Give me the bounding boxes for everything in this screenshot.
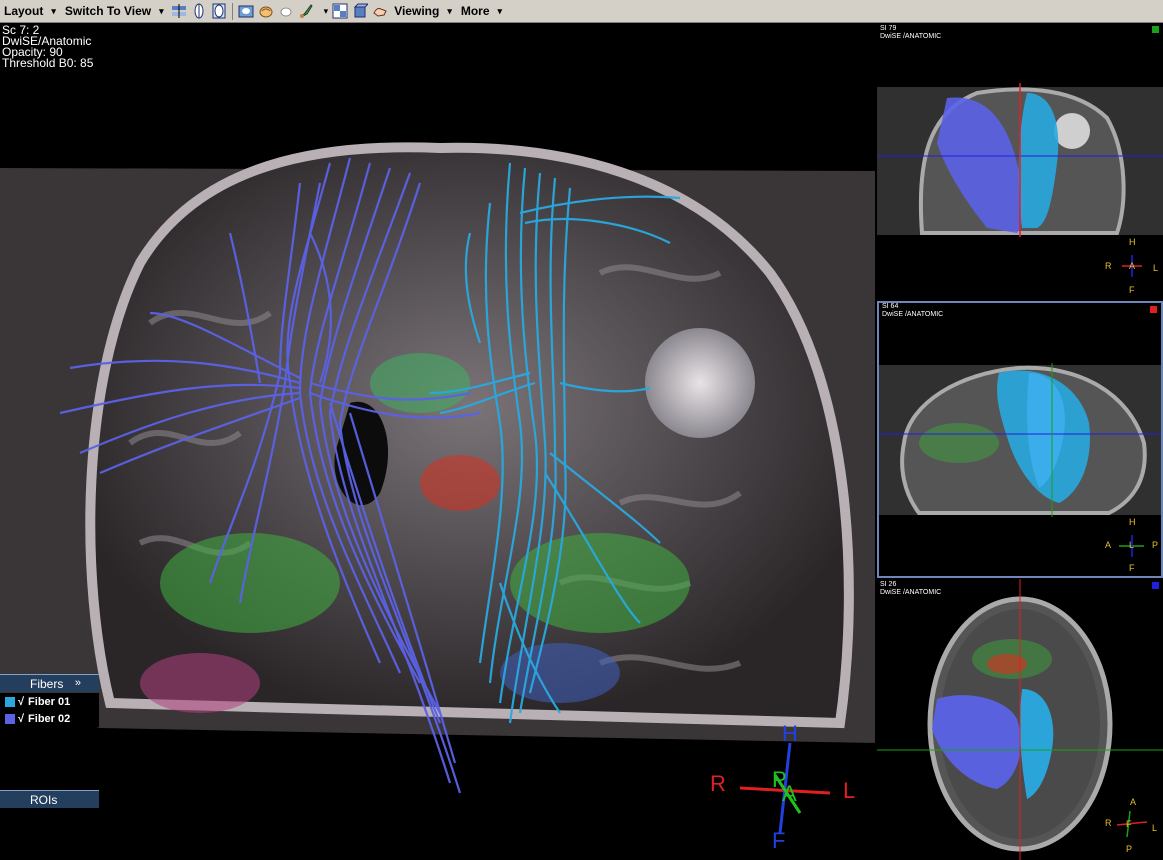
slice-number: SI 64 — [882, 303, 899, 310]
sagittal-view-icon[interactable] — [190, 2, 208, 20]
orient-bottom: F — [1129, 563, 1135, 573]
orient-top: A — [1130, 797, 1137, 807]
brush-icon[interactable] — [297, 2, 315, 20]
fiber-list-item[interactable]: √ Fiber 02 — [0, 710, 99, 727]
volume-icon[interactable] — [351, 2, 369, 20]
rois-panel-title: ROIs — [30, 793, 58, 807]
fibers-panel-header[interactable]: Fibers » — [0, 674, 99, 692]
rois-panel-header[interactable]: ROIs — [0, 790, 99, 808]
toolbar: Layout ▾ Switch To View ▾ ▾ Viewing ▾ More ▾ — [0, 0, 1163, 23]
orient-left: R — [1105, 261, 1112, 271]
views-icon[interactable] — [170, 2, 188, 20]
view-info-overlay: Sc 7: 2 DwiSE/Anatomic Opacity: 90 Thres… — [2, 24, 94, 70]
axial-side-view[interactable]: SI 26 DwiSE /ANATOMIC A P R L F — [877, 579, 1163, 860]
chevron-down-icon: ▾ — [497, 5, 503, 16]
fiber-02-label: Fiber 02 — [28, 712, 71, 725]
3d-view-icon[interactable] — [237, 2, 255, 20]
orient-center: L — [1129, 540, 1135, 550]
fibers-panel-title: Fibers — [30, 677, 64, 691]
axis-label-anterior: A — [782, 781, 797, 806]
axis-label-bottom: F — [772, 828, 786, 853]
hand-icon[interactable] — [277, 2, 295, 20]
layout-menu[interactable]: Layout ▾ — [4, 4, 58, 18]
series-label: DwiSE /ANATOMIC — [882, 311, 944, 318]
chevron-down-icon[interactable]: ▾ — [324, 6, 329, 17]
grid-layout-icon[interactable] — [331, 2, 349, 20]
threshold-readout: Threshold B0: 85 — [2, 56, 94, 70]
series-label: DwiSE /ANATOMIC — [880, 589, 942, 596]
orient-top: H — [1129, 517, 1136, 527]
orient-bottom: F — [1129, 285, 1135, 295]
coronal-side-view[interactable]: SI 79 DwiSE /ANATOMIC H F R L A — [877, 23, 1163, 300]
series-label: DwiSE /ANATOMIC — [880, 33, 942, 40]
fiber-list-item[interactable]: √ Fiber 01 — [0, 693, 99, 710]
axis-label-top: H — [782, 721, 798, 746]
view-color-marker — [1150, 306, 1157, 313]
switch-to-view-menu[interactable]: Switch To View ▾ — [65, 4, 166, 18]
orient-left: A — [1105, 540, 1112, 550]
sagittal-slice-image — [879, 363, 1161, 557]
axis-label-right: L — [843, 778, 856, 803]
fiber-01-checkbox[interactable]: √ — [18, 696, 24, 708]
view-color-marker — [1152, 26, 1159, 33]
tumor-lesion — [645, 328, 755, 438]
axial-slice-image — [877, 579, 1163, 860]
orient-right: P — [1152, 540, 1159, 550]
orient-right: L — [1152, 823, 1158, 833]
expand-icon[interactable]: » — [75, 677, 81, 689]
slice-number: SI 79 — [880, 25, 897, 32]
toolbar-separator — [231, 2, 233, 20]
axis-label-left: R — [710, 771, 726, 796]
main-3d-view[interactable]: Sc 7: 2 DwiSE/Anatomic Opacity: 90 Thres… — [0, 23, 875, 860]
chevron-down-icon: ▾ — [51, 5, 56, 16]
coronal-view-icon[interactable] — [210, 2, 228, 20]
orient-center: A — [1129, 261, 1136, 271]
chevron-down-icon: ▾ — [159, 5, 164, 16]
brain-icon[interactable] — [257, 2, 275, 20]
more-menu[interactable]: More ▾ — [461, 4, 504, 18]
view-color-marker — [1152, 582, 1159, 589]
fiber-02-checkbox[interactable]: √ — [18, 713, 24, 725]
sagittal-side-view[interactable]: SI 64 DwiSE /ANATOMIC H F A P L — [877, 301, 1163, 578]
coronal-slice-render — [0, 142, 875, 834]
pointer-hand-icon[interactable] — [371, 2, 389, 20]
orient-center: F — [1126, 819, 1132, 829]
orient-left: R — [1105, 818, 1112, 828]
fiber-01-label: Fiber 01 — [28, 695, 71, 708]
slice-number: SI 26 — [880, 581, 897, 588]
viewing-menu[interactable]: Viewing ▾ — [394, 4, 454, 18]
orient-bottom: P — [1126, 844, 1133, 854]
orient-top: H — [1129, 237, 1136, 247]
orient-right: L — [1153, 263, 1159, 273]
coronal-slice-image — [877, 83, 1163, 277]
fiber-02-color-swatch — [5, 713, 15, 724]
chevron-down-icon: ▾ — [447, 5, 452, 16]
fiber-01-color-swatch — [5, 696, 15, 707]
